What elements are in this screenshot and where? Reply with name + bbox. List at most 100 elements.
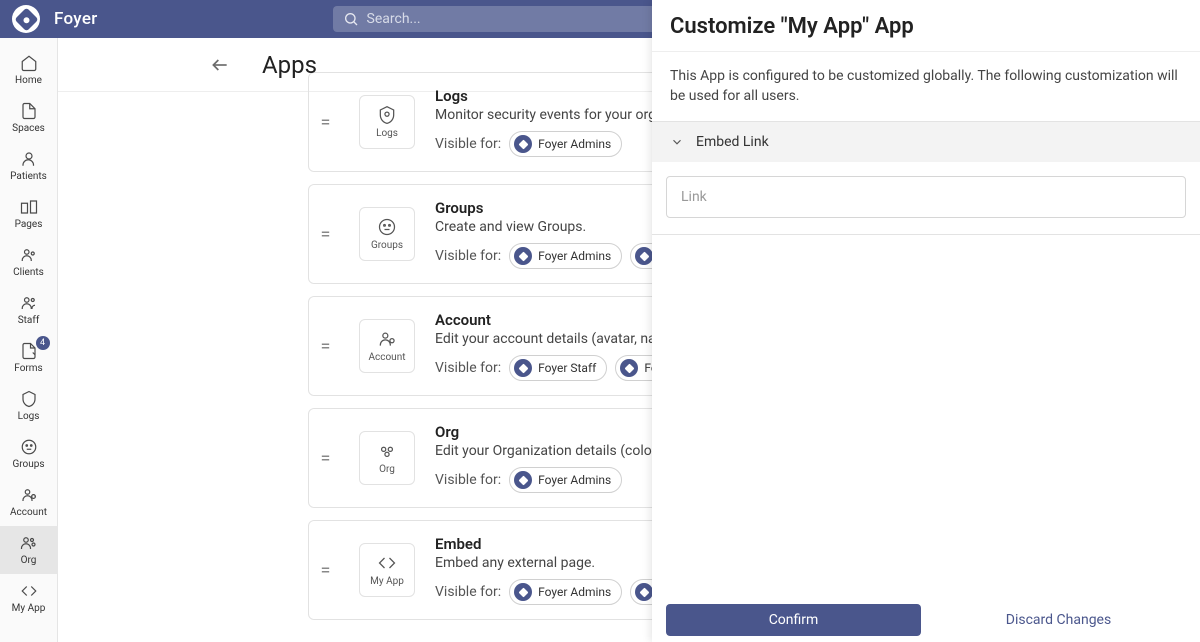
nav-logs[interactable]: Logs <box>0 382 58 430</box>
drag-handle-icon[interactable]: = <box>309 560 339 581</box>
nav-label: Groups <box>12 459 44 470</box>
pages-icon <box>20 198 38 216</box>
visibility-label: Visible for: <box>435 360 501 376</box>
visibility-label: Visible for: <box>435 584 501 600</box>
app-icon-box: Logs <box>359 95 415 149</box>
nav-label: Spaces <box>12 123 45 134</box>
nav-groups[interactable]: Groups <box>0 430 58 478</box>
nav-label: Pages <box>15 219 43 230</box>
chip-label: Foyer Admins <box>538 137 611 151</box>
page-title: Apps <box>262 51 317 79</box>
customize-drawer: Customize "My App" App This App is confi… <box>652 0 1200 642</box>
drawer-footer: Confirm Discard Changes <box>652 594 1200 642</box>
nav-label: Home <box>15 75 42 86</box>
org-icon <box>20 534 38 552</box>
search-icon <box>343 11 359 27</box>
confirm-button[interactable]: Confirm <box>666 604 921 636</box>
nav-clients[interactable]: Clients <box>0 238 58 286</box>
chip-icon <box>514 247 532 265</box>
search-field-wrap[interactable] <box>333 6 693 32</box>
visibility-chip[interactable]: Foyer Admins <box>509 579 622 605</box>
spaces-icon <box>20 102 38 120</box>
visibility-chip[interactable]: Foyer Admins <box>509 243 622 269</box>
nav-staff[interactable]: Staff <box>0 286 58 334</box>
nav-home[interactable]: Home <box>0 46 58 94</box>
drag-handle-icon[interactable]: = <box>309 448 339 469</box>
app-icon-label: Logs <box>376 128 398 139</box>
app-icon-box: Org <box>359 431 415 485</box>
nav-label: Forms <box>14 363 42 374</box>
brand-wrap: Foyer <box>12 5 98 33</box>
code-icon <box>20 582 38 600</box>
chip-label: Foyer Staff <box>538 361 596 375</box>
visibility-chip[interactable]: Foyer Admins <box>509 131 622 157</box>
visibility-label: Visible for: <box>435 248 501 264</box>
nav-myapp[interactable]: My App <box>0 574 58 622</box>
groups-icon <box>20 438 38 456</box>
patients-icon <box>20 150 38 168</box>
accordion-body <box>652 162 1200 234</box>
nav-label: Clients <box>13 267 44 278</box>
accordion-title: Embed Link <box>696 134 769 150</box>
chip-icon <box>514 135 532 153</box>
nav-patients[interactable]: Patients <box>0 142 58 190</box>
visibility-label: Visible for: <box>435 136 501 152</box>
drawer-note: This App is configured to be customized … <box>652 52 1200 121</box>
drag-handle-icon[interactable]: = <box>309 224 339 245</box>
app-icon <box>377 105 397 125</box>
nav-label: Patients <box>10 171 47 182</box>
accordion-header[interactable]: Embed Link <box>652 122 1200 162</box>
app-icon-label: Account <box>368 352 405 363</box>
drawer-title: Customize "My App" App <box>670 14 1182 39</box>
logs-icon <box>20 390 38 408</box>
app-icon <box>377 329 397 349</box>
arrow-left-icon <box>210 55 230 75</box>
visibility-label: Visible for: <box>435 472 501 488</box>
nav-label: My App <box>12 603 46 614</box>
nav-spaces[interactable]: Spaces <box>0 94 58 142</box>
side-nav: Home Spaces Patients Pages Clients Staff… <box>0 38 58 642</box>
drag-handle-icon[interactable]: = <box>309 112 339 133</box>
visibility-chip[interactable]: Foyer Staff <box>509 355 607 381</box>
chip-icon <box>620 359 638 377</box>
nav-label: Staff <box>18 315 40 326</box>
discard-button[interactable]: Discard Changes <box>931 604 1186 636</box>
chip-icon <box>514 471 532 489</box>
drag-handle-icon[interactable]: = <box>309 336 339 357</box>
nav-account[interactable]: Account <box>0 478 58 526</box>
nav-pages[interactable]: Pages <box>0 190 58 238</box>
chevron-down-icon <box>670 135 684 149</box>
nav-label: Account <box>10 507 47 518</box>
logo-icon <box>12 5 40 33</box>
chip-label: Foyer Admins <box>538 473 611 487</box>
clients-icon <box>20 246 38 264</box>
forms-icon <box>20 342 38 360</box>
app-icon <box>377 217 397 237</box>
app-icon-label: Org <box>379 464 395 475</box>
account-icon <box>20 486 38 504</box>
app-icon <box>377 441 397 461</box>
search-input[interactable] <box>367 11 683 27</box>
nav-badge: 4 <box>36 336 50 350</box>
staff-icon <box>20 294 38 312</box>
home-icon <box>20 54 38 72</box>
nav-forms[interactable]: 4 Forms <box>0 334 58 382</box>
app-icon-label: Groups <box>371 240 403 251</box>
chip-label: Foyer Admins <box>538 585 611 599</box>
app-icon-label: My App <box>370 576 404 587</box>
embed-link-section: Embed Link <box>652 121 1200 235</box>
nav-label: Logs <box>18 411 40 422</box>
app-icon <box>377 553 397 573</box>
nav-org[interactable]: Org <box>0 526 58 574</box>
brand-name: Foyer <box>54 9 98 29</box>
chip-icon <box>635 583 653 601</box>
embed-link-input[interactable] <box>666 176 1186 218</box>
chip-icon <box>635 247 653 265</box>
app-icon-box: My App <box>359 543 415 597</box>
app-icon-box: Account <box>359 319 415 373</box>
app-icon-box: Groups <box>359 207 415 261</box>
chip-label: Foyer Admins <box>538 249 611 263</box>
chip-icon <box>514 583 532 601</box>
back-button[interactable] <box>208 53 232 77</box>
visibility-chip[interactable]: Foyer Admins <box>509 467 622 493</box>
